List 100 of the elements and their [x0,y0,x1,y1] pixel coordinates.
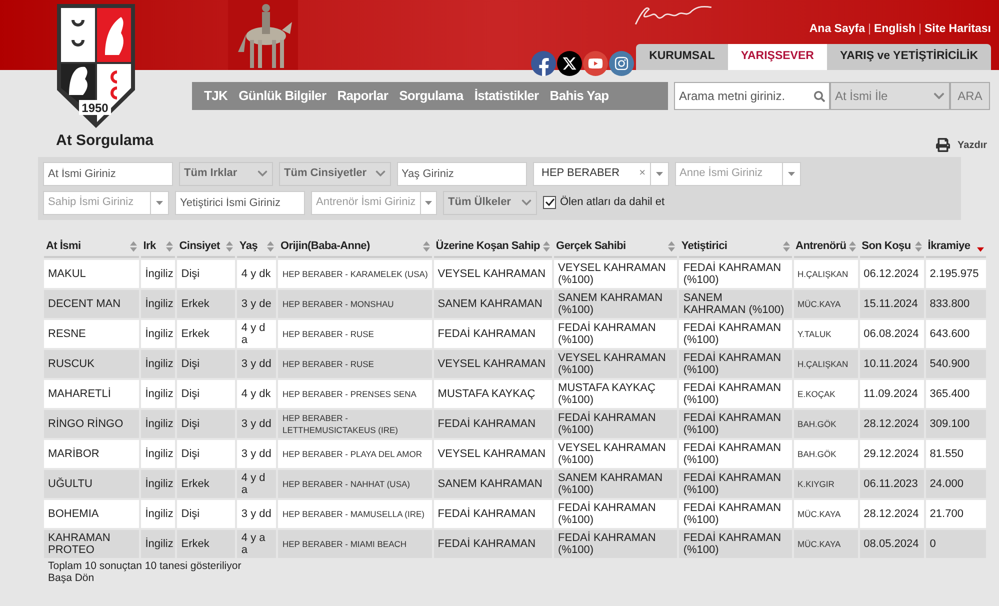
nav-link[interactable]: Raporlar [337,86,388,106]
table-cell: 24.000 [926,470,986,498]
column-header[interactable]: Yaş [237,238,276,258]
print-link[interactable]: Yazdır [958,138,987,152]
nav-link[interactable]: Günlük Bilgiler [238,86,326,106]
caret-icon [156,200,163,204]
table-cell: İngiliz [141,470,176,498]
sort-icon[interactable] [668,241,676,252]
column-header[interactable]: Gerçek Sahibi [554,238,678,258]
nav-link[interactable]: Bahis Yap [550,86,609,106]
tab[interactable]: KURUMSAL [636,44,728,70]
table-cell: FEDAİ KAHRAMAN [434,320,552,348]
sort-icon[interactable] [422,241,430,252]
youtube-icon[interactable] [583,51,608,76]
table-cell: 833.800 [926,290,986,318]
tab[interactable]: YARIŞ ve YETİŞTİRİCİLİK [826,44,991,70]
table-cell: 2.195.975 [926,260,986,288]
header-link[interactable]: Ana Sayfa [809,20,865,38]
x-icon[interactable] [557,51,582,76]
facebook-icon[interactable] [531,51,556,76]
sort-icon[interactable] [848,241,856,252]
table-cell: FEDAİ KAHRAMAN (%100) [679,530,792,558]
table-cell: VEYSEL KAHRAMAN [434,260,552,288]
nav-link[interactable]: TJK [204,86,228,106]
table-cell: FEDAİ KAHRAMAN (%100) [554,530,678,558]
table-cell: 3 y dd [237,410,276,438]
checkbox[interactable] [543,196,556,209]
table-cell: HEP BERABER - PRENSES SENA [278,380,432,408]
table-cell: Dişi [177,500,236,528]
combo-field[interactable]: HEP BERABER × [532,162,669,186]
table-cell: VEYSEL KAHRAMAN (%100) [554,260,678,288]
header-link[interactable]: Site Haritası [924,20,991,38]
table-cell: KAHRAMAN PROTEO [44,530,140,558]
dropdown[interactable]: Tüm Irklar [179,162,273,186]
table-cell: BAH.GÖK [794,410,858,438]
caret-icon [424,200,432,204]
sort-icon[interactable] [166,241,174,252]
chevron-icon [933,90,945,102]
table-cell: 10.11.2024 [860,350,924,378]
table-cell: 3 y dd [237,440,276,468]
column-header[interactable]: Yetiştirici [679,238,792,258]
table-cell: İngiliz [141,410,176,438]
nav-link[interactable]: Sorgulama [399,86,464,106]
sort-icon[interactable] [914,241,922,252]
table-cell: FEDAİ KAHRAMAN (%100) [679,500,792,528]
tag: HEP BERABER [534,165,636,182]
back-to-top-link[interactable]: Başa Dön [48,572,94,584]
table-cell: MUSTAFA KAYKAÇ (%100) [554,380,678,408]
table-cell: Dişi [177,440,236,468]
column-header[interactable]: Cinsiyet [177,238,236,258]
table-cell: FEDAİ KAHRAMAN (%100) [679,320,792,348]
nav-link[interactable]: İstatistikler [474,86,539,106]
table-cell: HEP BERABER - NAHHAT (USA) [278,470,432,498]
search-icon[interactable] [814,90,825,102]
sort-icon[interactable] [543,241,550,252]
table-cell: SANEM KAHRAMAN [434,470,552,498]
table-cell: HEP BERABER - KARAMELEK (USA) [278,260,432,288]
table-cell: E.KOÇAK [794,380,858,408]
dropdown[interactable]: Tüm Ülkeler [443,190,537,214]
column-header[interactable]: At İsmi [44,238,140,258]
column-header[interactable]: Orijin(Baba-Anne) [278,238,432,258]
table-cell: Dişi [177,410,236,438]
table-cell: VEYSEL KAHRAMAN [434,440,552,468]
table-cell: BAH.GÖK [794,440,858,468]
text-field[interactable]: Yaş Giriniz [396,162,527,186]
column-header[interactable]: Irk [141,238,176,258]
instagram-icon[interactable] [609,51,634,76]
dropdown[interactable]: Tüm Cinsiyetler [279,162,391,186]
sort-icon[interactable] [782,241,790,252]
chevron-icon [521,197,532,208]
sort-icon[interactable] [226,241,234,252]
checkbox-label: Ölen atları da dahil et [560,194,665,210]
column-header[interactable]: Üzerine Koşan Sahip [434,238,552,258]
chevron-icon [257,168,268,179]
table-cell: VEYSEL KAHRAMAN (%100) [554,350,678,378]
table-cell: H.ÇALIŞKAN [794,350,858,378]
column-header[interactable]: Son Koşu [860,238,924,258]
table-cell: Dişi [177,380,236,408]
printer-icon[interactable] [936,138,950,152]
table-cell: 4 y dk [237,380,276,408]
caret-icon [788,172,795,176]
sort-icon[interactable] [130,241,138,252]
column-header[interactable]: Antrenörü [794,238,858,258]
table-cell: MAKUL [44,260,140,288]
sort-icon[interactable] [267,241,274,252]
search-field[interactable]: Arama metni giriniz. [674,82,830,110]
table-cell: 06.12.2024 [860,260,924,288]
tab[interactable]: YARIŞSEVER [728,44,827,70]
remove-button[interactable]: × [635,165,650,182]
table-cell: Erkek [177,530,236,558]
link-separator: | [918,22,922,37]
result-summary: Toplam 10 sonuçtan 10 tanesi gösteriliyor [48,560,242,572]
column-header[interactable]: İkramiye [926,238,986,258]
caret-icon [656,172,663,176]
header-link[interactable]: English [874,20,916,38]
table-cell: İngiliz [141,440,176,468]
check-icon [544,198,554,207]
table-cell: İngiliz [141,500,176,528]
table-cell: İngiliz [141,260,176,288]
table-cell: 4 y d a [237,320,276,348]
